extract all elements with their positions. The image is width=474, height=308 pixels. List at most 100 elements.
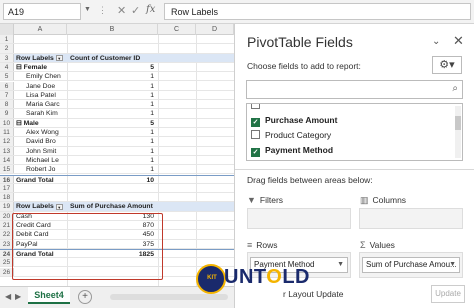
values-drop-area[interactable]: Sum of Purchase Amou... ▼ xyxy=(359,252,463,278)
filters-drop-area[interactable] xyxy=(247,208,351,229)
cell-a[interactable]: Maria Garc xyxy=(26,100,66,108)
name-box-dropdown-icon[interactable]: ▼ xyxy=(84,6,91,13)
cell-a[interactable] xyxy=(16,35,66,43)
column-header-c[interactable]: C xyxy=(158,24,196,35)
row-header[interactable]: 3 xyxy=(0,53,14,62)
cell-a[interactable]: Alex Wong xyxy=(26,128,66,136)
row-header[interactable]: 2 xyxy=(0,44,14,53)
cell-b[interactable]: Count of Customer ID xyxy=(68,54,157,62)
row-header[interactable]: 5 xyxy=(0,72,14,81)
update-button[interactable]: Update xyxy=(431,285,465,303)
cell-b[interactable]: 1 xyxy=(68,156,157,164)
cell-b[interactable] xyxy=(68,193,157,201)
close-icon[interactable]: ✕ xyxy=(453,33,464,49)
cell-a[interactable]: Michael Le xyxy=(26,156,66,164)
confirm-entry-icon[interactable]: ✓ xyxy=(131,4,140,17)
checkbox[interactable] xyxy=(251,104,260,109)
rows-icon: ≡ xyxy=(247,240,253,250)
row-header[interactable]: 19 xyxy=(0,202,14,211)
cell-b[interactable]: Sum of Purchase Amount xyxy=(68,202,157,210)
checkbox-unchecked[interactable] xyxy=(251,130,260,139)
gear-icon[interactable]: ⚙▾ xyxy=(432,56,462,74)
cell-b[interactable]: 10 xyxy=(68,176,157,183)
row-header[interactable]: 13 xyxy=(0,146,14,155)
insert-function-icon[interactable]: fx xyxy=(146,4,155,15)
values-field-chip[interactable]: Sum of Purchase Amou... ▼ xyxy=(362,257,460,273)
cell-b[interactable]: 1 xyxy=(68,82,157,90)
cell-b[interactable]: 1 xyxy=(68,137,157,145)
row-header[interactable]: 15 xyxy=(0,165,14,174)
column-header-b[interactable]: B xyxy=(67,24,158,35)
horizontal-scrollbar[interactable] xyxy=(110,294,228,300)
row-header[interactable]: 6 xyxy=(0,81,14,90)
cell-a[interactable]: David Bro xyxy=(26,137,66,145)
checkbox-checked[interactable]: ✓ xyxy=(251,148,260,157)
prev-sheet-icon[interactable]: ◀ xyxy=(5,292,11,301)
formula-input[interactable]: Row Labels xyxy=(164,3,471,20)
cell-a[interactable]: Row Labels ▼ xyxy=(16,202,66,210)
cell-b[interactable]: 1 xyxy=(68,128,157,136)
cell-a[interactable]: Sarah Kim xyxy=(26,109,66,117)
row-header[interactable]: 4 xyxy=(0,62,14,72)
cell-a[interactable] xyxy=(16,193,66,201)
cell-b[interactable] xyxy=(68,184,157,192)
cell-b[interactable]: 1 xyxy=(68,147,157,155)
sheet-tab-active[interactable]: Sheet4 xyxy=(28,287,70,304)
field-search-input[interactable]: ⌕ xyxy=(246,80,463,99)
field-item-payment-method[interactable]: ✓ Payment Method xyxy=(251,143,333,157)
row-header[interactable]: 14 xyxy=(0,155,14,165)
chevron-down-icon[interactable]: ▼ xyxy=(449,258,456,272)
row-header[interactable]: 10 xyxy=(0,118,14,127)
cell-b[interactable]: 1 xyxy=(68,91,157,99)
cell-b[interactable]: 5 xyxy=(68,63,157,71)
row-header[interactable]: 17 xyxy=(0,183,14,193)
column-header-a[interactable]: A xyxy=(14,24,67,35)
cell-a[interactable] xyxy=(16,44,66,52)
defer-layout-update-label[interactable]: r Layout Update xyxy=(283,289,343,299)
cell-b[interactable]: 1 xyxy=(68,109,157,117)
cell-a[interactable]: Lisa Patel xyxy=(26,91,66,99)
columns-drop-area[interactable] xyxy=(359,208,463,229)
cell-a[interactable]: ⊟ Male xyxy=(16,119,66,127)
name-box[interactable]: A19 xyxy=(3,3,81,20)
cell-b[interactable]: 1 xyxy=(68,72,157,80)
cancel-entry-icon[interactable]: ✕ xyxy=(117,4,126,17)
cell-a[interactable]: Robert Jo xyxy=(26,165,66,173)
field-item-product-category[interactable]: Product Category xyxy=(251,128,331,142)
cell-a[interactable]: Emily Chen xyxy=(26,72,66,80)
row-header[interactable]: 7 xyxy=(0,90,14,100)
cell-a[interactable]: Jane Doe xyxy=(26,82,66,90)
row-header[interactable]: 8 xyxy=(0,100,14,109)
select-all-corner[interactable] xyxy=(0,24,14,35)
row-header[interactable]: 1 xyxy=(0,35,14,44)
cell-b[interactable] xyxy=(68,44,157,52)
cell-b[interactable]: 5 xyxy=(68,119,157,127)
next-sheet-icon[interactable]: ▶ xyxy=(15,292,21,301)
row-header[interactable]: 11 xyxy=(0,128,14,137)
cell-b[interactable] xyxy=(68,35,157,43)
cell-text: Michael Le xyxy=(26,156,59,164)
cell-a[interactable]: ⊟ Female xyxy=(16,63,66,71)
filter-dropdown-icon[interactable]: ▼ xyxy=(55,203,63,210)
cell-a[interactable]: Grand Total xyxy=(16,176,66,183)
cell-a[interactable] xyxy=(16,184,66,192)
checkbox-checked[interactable]: ✓ xyxy=(251,118,260,127)
row-header[interactable]: 16 xyxy=(0,175,14,184)
worksheet[interactable]: A B C D 1 2 3 Row Labels ▼ Count of Customer … xyxy=(0,24,234,286)
cell-a[interactable]: Row Labels ▼ xyxy=(16,54,66,62)
cell-a[interactable]: John Smit xyxy=(26,147,66,155)
field-list-scrollbar[interactable] xyxy=(455,106,461,158)
field-item-purchase-amount[interactable]: ✓ Purchase Amount xyxy=(251,113,337,127)
filter-dropdown-icon[interactable]: ▼ xyxy=(55,54,63,61)
chevron-down-icon[interactable]: ⌄ xyxy=(432,36,440,47)
row-header[interactable]: 12 xyxy=(0,137,14,146)
chevron-down-icon[interactable]: ▼ xyxy=(337,258,344,272)
cell-b[interactable]: 1 xyxy=(68,165,157,173)
scrollbar-thumb[interactable] xyxy=(455,116,461,130)
row-header[interactable]: 18 xyxy=(0,193,14,202)
add-sheet-button[interactable]: + xyxy=(78,290,92,304)
cell-b[interactable]: 1 xyxy=(68,100,157,108)
more-options-icon[interactable]: ⋮ xyxy=(98,5,107,16)
column-header-d[interactable]: D xyxy=(196,24,234,35)
row-header[interactable]: 9 xyxy=(0,109,14,118)
